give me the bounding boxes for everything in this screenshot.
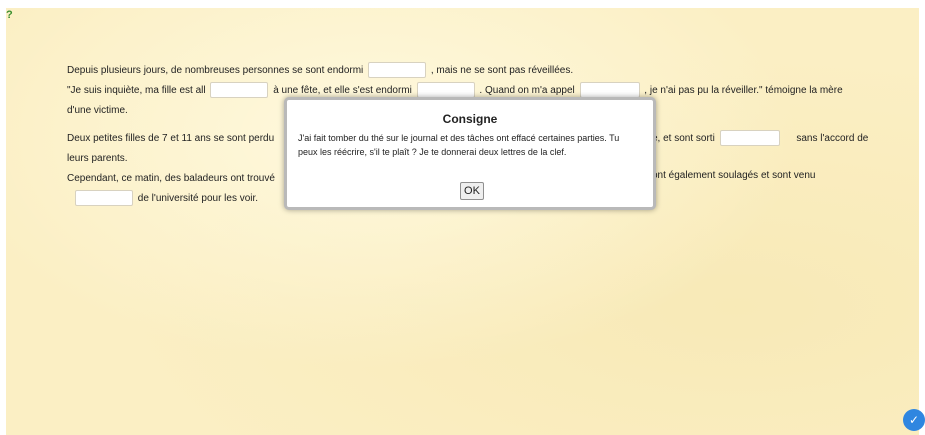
text-segment: e, et sont sorti bbox=[652, 133, 715, 144]
blank-input-5[interactable] bbox=[719, 130, 780, 147]
question-icon[interactable]: ? bbox=[6, 9, 16, 21]
blank-input-1[interactable] bbox=[368, 62, 427, 79]
text-segment: . Quand on m'a appel bbox=[479, 85, 575, 96]
dialog-title: Consigne bbox=[442, 112, 498, 126]
text-segment: "Je suis inquiète, ma fille est all bbox=[67, 85, 206, 96]
ok-button[interactable]: OK bbox=[460, 182, 484, 200]
text-segment: à une fête, et elle s'est endormi bbox=[273, 85, 412, 96]
edit-check-icon[interactable]: ✓ bbox=[903, 409, 925, 431]
text-segment: , je n'ai pas pu la réveiller." témoigne… bbox=[644, 85, 843, 96]
text-segment: Deux petites filles de 7 et 11 ans se so… bbox=[67, 133, 275, 144]
dialog-body: J'ai fait tomber du thé sur le journal e… bbox=[298, 133, 620, 157]
blank-input-2[interactable] bbox=[210, 82, 269, 99]
text-segment: de l'université pour les voir. bbox=[137, 193, 259, 204]
text-segment: Cependant, ce matin, des baladeurs ont t… bbox=[67, 173, 275, 184]
text-line-1: Depuis plusieurs jours, de nombreuses pe… bbox=[67, 61, 867, 81]
blank-input-4[interactable] bbox=[579, 82, 640, 99]
text-segment: ont également soulagés et sont venu bbox=[652, 170, 816, 181]
blank-input-3[interactable] bbox=[416, 82, 475, 99]
text-segment: sans l'accord de bbox=[796, 133, 869, 144]
text-segment: Depuis plusieurs jours, de nombreuses pe… bbox=[67, 65, 364, 76]
instruction-dialog: Consigne J'ai fait tomber du thé sur le … bbox=[284, 97, 656, 210]
blank-input-7[interactable] bbox=[75, 190, 133, 207]
text-line-6-right: ont également soulagés et sont venu bbox=[652, 166, 815, 186]
text-segment: , mais ne se sont pas réveillées. bbox=[430, 65, 574, 76]
text-line-4-right: e, et sont sorti sans l'accord de bbox=[652, 129, 868, 149]
